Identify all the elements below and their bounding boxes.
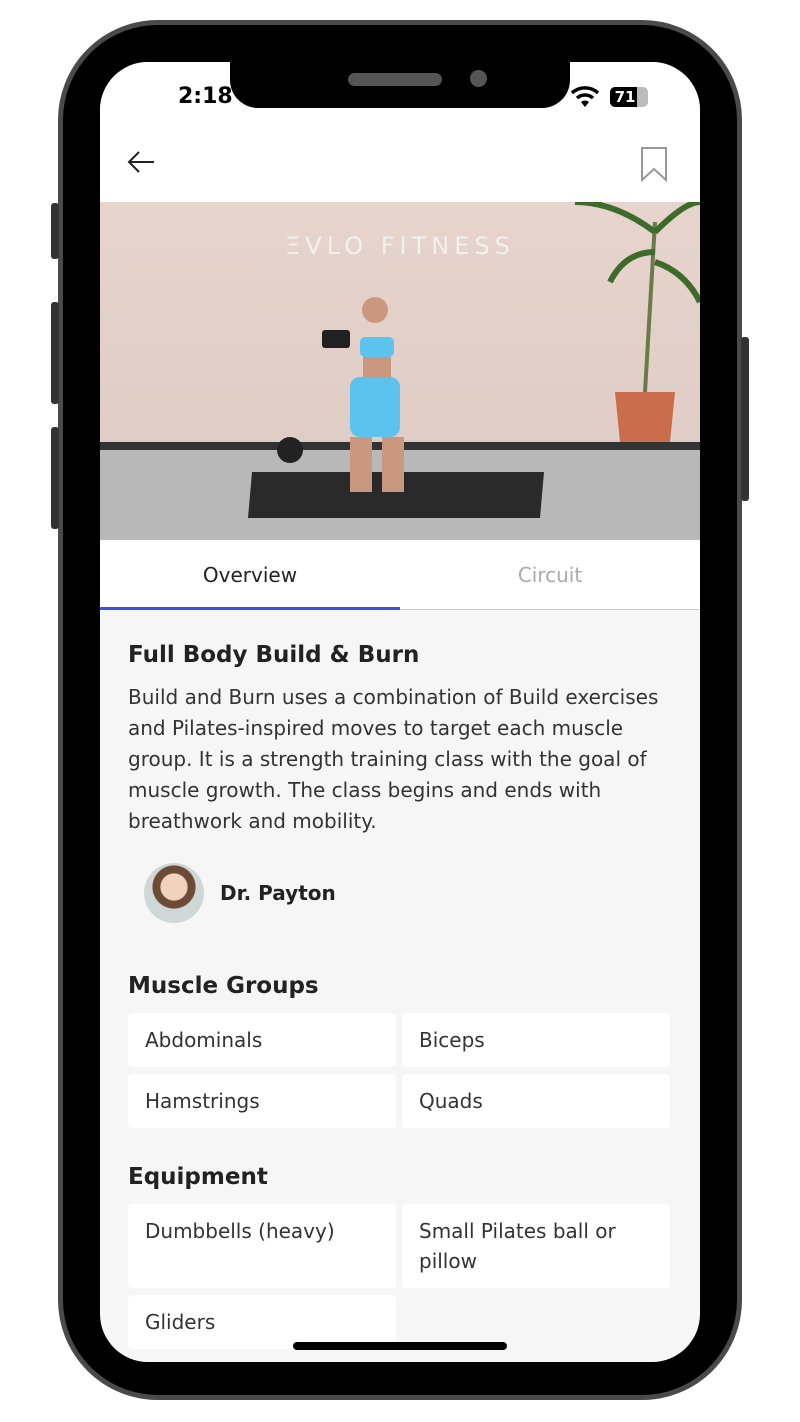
bookmark-icon[interactable]: [640, 146, 668, 182]
muscle-group-chip: Quads: [402, 1074, 670, 1128]
tab-circuit[interactable]: Circuit: [400, 540, 700, 610]
power-button: [741, 337, 749, 501]
avatar: [144, 863, 204, 923]
instructor[interactable]: Dr. Payton: [144, 863, 672, 923]
battery-icon: 71: [610, 87, 648, 107]
mute-switch: [51, 203, 59, 259]
muscle-group-chip: Biceps: [402, 1013, 670, 1067]
notch: [230, 62, 570, 108]
camera: [470, 70, 487, 87]
equipment-chip: Small Pilates ball or pillow: [402, 1204, 670, 1288]
workout-title: Full Body Build & Burn: [128, 642, 420, 668]
screen: 2:18 71 ΞVLO FITNESS Overview Circuit Fu…: [100, 62, 700, 1362]
instructor-figure: [277, 202, 700, 492]
muscle-groups-list: Abdominals Biceps Hamstrings Quads: [128, 1013, 672, 1128]
arrow-left-icon[interactable]: [126, 150, 156, 174]
wifi-icon: [570, 86, 600, 107]
tab-bar: Overview Circuit: [100, 540, 700, 610]
volume-up-button: [51, 302, 59, 404]
status-time: 2:18: [178, 84, 233, 109]
status-bar: 2:18 71: [100, 62, 700, 202]
home-indicator[interactable]: [293, 1342, 507, 1350]
workout-video-thumbnail[interactable]: ΞVLO FITNESS: [100, 202, 700, 540]
muscle-groups-title: Muscle Groups: [128, 973, 319, 999]
battery-level: 71: [614, 88, 636, 106]
muscle-group-chip: Abdominals: [128, 1013, 396, 1067]
overview-content: Full Body Build & Burn Build and Burn us…: [128, 642, 672, 1362]
volume-down-button: [51, 427, 59, 529]
instructor-name: Dr. Payton: [220, 881, 336, 905]
speaker: [348, 73, 442, 86]
equipment-title: Equipment: [128, 1164, 268, 1190]
equipment-list: Dumbbells (heavy) Small Pilates ball or …: [128, 1204, 672, 1349]
equipment-chip: Dumbbells (heavy): [128, 1204, 396, 1288]
tab-overview[interactable]: Overview: [100, 540, 400, 610]
muscle-group-chip: Hamstrings: [128, 1074, 396, 1128]
workout-description: Build and Burn uses a combination of Bui…: [128, 685, 659, 833]
equipment-chip: Gliders: [128, 1295, 396, 1349]
